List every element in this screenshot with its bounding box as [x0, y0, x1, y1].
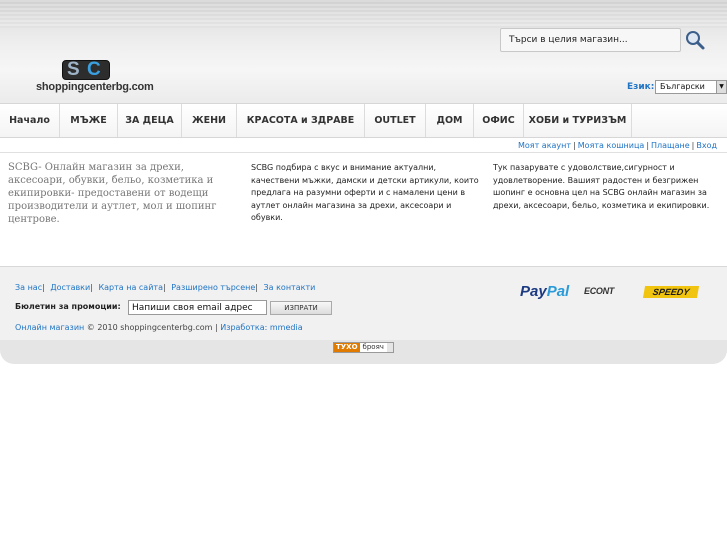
nav-item-home[interactable]: Начало — [0, 104, 60, 137]
separator: | — [691, 141, 695, 150]
counter-brand: ТУХО — [334, 343, 360, 352]
intro-text-1: SCBG- Онлайн магазин за дрехи, аксесоари… — [8, 162, 217, 225]
counter-label: брояч — [359, 343, 387, 352]
my-cart-link[interactable]: Моята кошница — [578, 141, 645, 150]
nav-item-men[interactable]: МЪЖЕ — [60, 104, 118, 137]
copyright-text: © 2010 shoppingcenterbg.com | — [84, 323, 221, 332]
search-input[interactable] — [500, 28, 681, 52]
paypal-logo: PayPal — [520, 283, 570, 300]
footer-link-about[interactable]: За нас — [15, 283, 42, 292]
footer-link-contacts[interactable]: За контакти — [264, 283, 316, 292]
intro-text-3: Тук пазарувате с удоволствие,сигурност и… — [493, 163, 710, 210]
nav-item-hobby[interactable]: ХОБИ и ТУРИЗЪМ — [524, 104, 632, 137]
intro-text-2: SCBG подбира с вкус и внимание актуални,… — [251, 163, 479, 222]
newsletter-email-field[interactable] — [128, 300, 267, 315]
econt-logo: ECONT — [584, 286, 615, 296]
nav-item-home-goods[interactable]: ДОМ — [426, 104, 474, 137]
separator: | — [90, 283, 93, 292]
separator: | — [162, 283, 166, 292]
logo-letter-c: C — [87, 59, 101, 80]
nav-item-office[interactable]: ОФИС — [474, 104, 524, 137]
search-icon — [686, 31, 705, 50]
nav-item-kids[interactable]: ЗА ДЕЦА — [118, 104, 182, 137]
newsletter-label: Бюлетин за промоции: — [15, 302, 121, 311]
footer-link-sitemap[interactable]: Карта на сайта — [98, 283, 163, 292]
nav-item-women[interactable]: ЖЕНИ — [182, 104, 237, 137]
language-select[interactable]: Български ▼ — [655, 80, 727, 94]
footer-links: За нас| Доставки| Карта на сайта| Разшир… — [15, 283, 315, 292]
separator: | — [255, 283, 258, 292]
copyright: Онлайн магазин © 2010 shoppingcenterbg.c… — [15, 323, 303, 332]
separator: | — [42, 283, 45, 292]
footer-link-delivery[interactable]: Доставки — [50, 283, 90, 292]
visitor-counter[interactable]: ТУХО брояч — [333, 342, 394, 353]
online-store-link[interactable]: Онлайн магазин — [15, 323, 84, 332]
account-links: Моят акаунт | Моята кошница | Плащане | Вход — [518, 141, 717, 150]
separator: | — [573, 141, 576, 150]
nav-item-outlet[interactable]: OUTLET — [365, 104, 426, 137]
main-nav: Начало МЪЖЕ ЗА ДЕЦА ЖЕНИ КРАСОТА и ЗДРАВ… — [0, 103, 727, 138]
nav-item-beauty[interactable]: КРАСОТА и ЗДРАВЕ — [237, 104, 365, 137]
divider — [0, 152, 727, 153]
footer-link-advanced-search[interactable]: Разширено търсене — [171, 283, 255, 292]
chevron-down-icon: ▼ — [716, 81, 726, 93]
separator: | — [646, 141, 650, 150]
speedy-logo: SPEEDY — [642, 286, 700, 298]
search-button[interactable] — [684, 29, 706, 51]
logo-letter-s: S — [67, 59, 80, 80]
newsletter-submit-button[interactable]: ИЗПРАТИ — [270, 301, 332, 315]
login-link[interactable]: Вход — [696, 141, 717, 150]
my-account-link[interactable]: Моят акаунт — [518, 141, 571, 150]
logo-badge: S C — [62, 60, 110, 80]
language-selected: Български — [660, 82, 705, 91]
made-by-link[interactable]: Изработка: mmedia — [220, 323, 302, 332]
language-label: Език: — [627, 82, 655, 92]
site-logo[interactable]: S C shoppingcenterbg.com — [36, 58, 166, 98]
logo-text: shoppingcenterbg.com — [36, 81, 154, 93]
checkout-link[interactable]: Плащане — [651, 141, 690, 150]
